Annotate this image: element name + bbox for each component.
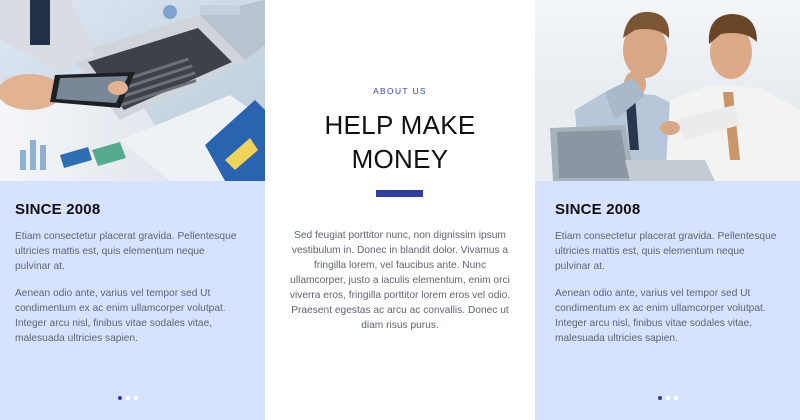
since-2008-card-left: SINCE 2008 Etiam consectetur placerat gr… [0,181,265,420]
headline-line: HELP MAKE [324,110,476,140]
center-column: ABOUT US HELP MAKE MONEY Sed feugiat por… [265,0,535,420]
about-section: SINCE 2008 Etiam consectetur placerat gr… [0,0,800,420]
carousel-dot-active[interactable] [118,396,122,400]
photo-two-businessmen-laptop [535,0,800,181]
carousel-dots [118,396,138,400]
carousel-dot[interactable] [126,396,130,400]
carousel-dot[interactable] [666,396,670,400]
section-eyebrow: ABOUT US [373,86,427,96]
carousel-dots [658,396,678,400]
card-paragraph: Aenean odio ante, varius vel tempor sed … [555,288,766,344]
card-paragraph: Etiam consectetur placerat gravida. Pell… [15,231,237,272]
section-body-text: Sed feugiat porttitor nunc, non dignissi… [289,230,511,331]
accent-divider [376,190,423,197]
carousel-dot[interactable] [674,396,678,400]
photo-tablet-laptop-desk [0,0,265,181]
card-paragraph: Aenean odio ante, varius vel tempor sed … [15,288,226,344]
headline-line: MONEY [351,144,449,174]
card-paragraph: Etiam consectetur placerat gravida. Pell… [555,231,777,272]
card-heading: SINCE 2008 [15,201,101,218]
since-2008-card-right: SINCE 2008 Etiam consectetur placerat gr… [535,181,800,420]
card-heading: SINCE 2008 [555,201,641,218]
right-column: SINCE 2008 Etiam consectetur placerat gr… [535,0,800,420]
carousel-dot[interactable] [134,396,138,400]
left-column: SINCE 2008 Etiam consectetur placerat gr… [0,0,265,420]
section-headline: HELP MAKE MONEY [265,108,535,176]
carousel-dot-active[interactable] [658,396,662,400]
